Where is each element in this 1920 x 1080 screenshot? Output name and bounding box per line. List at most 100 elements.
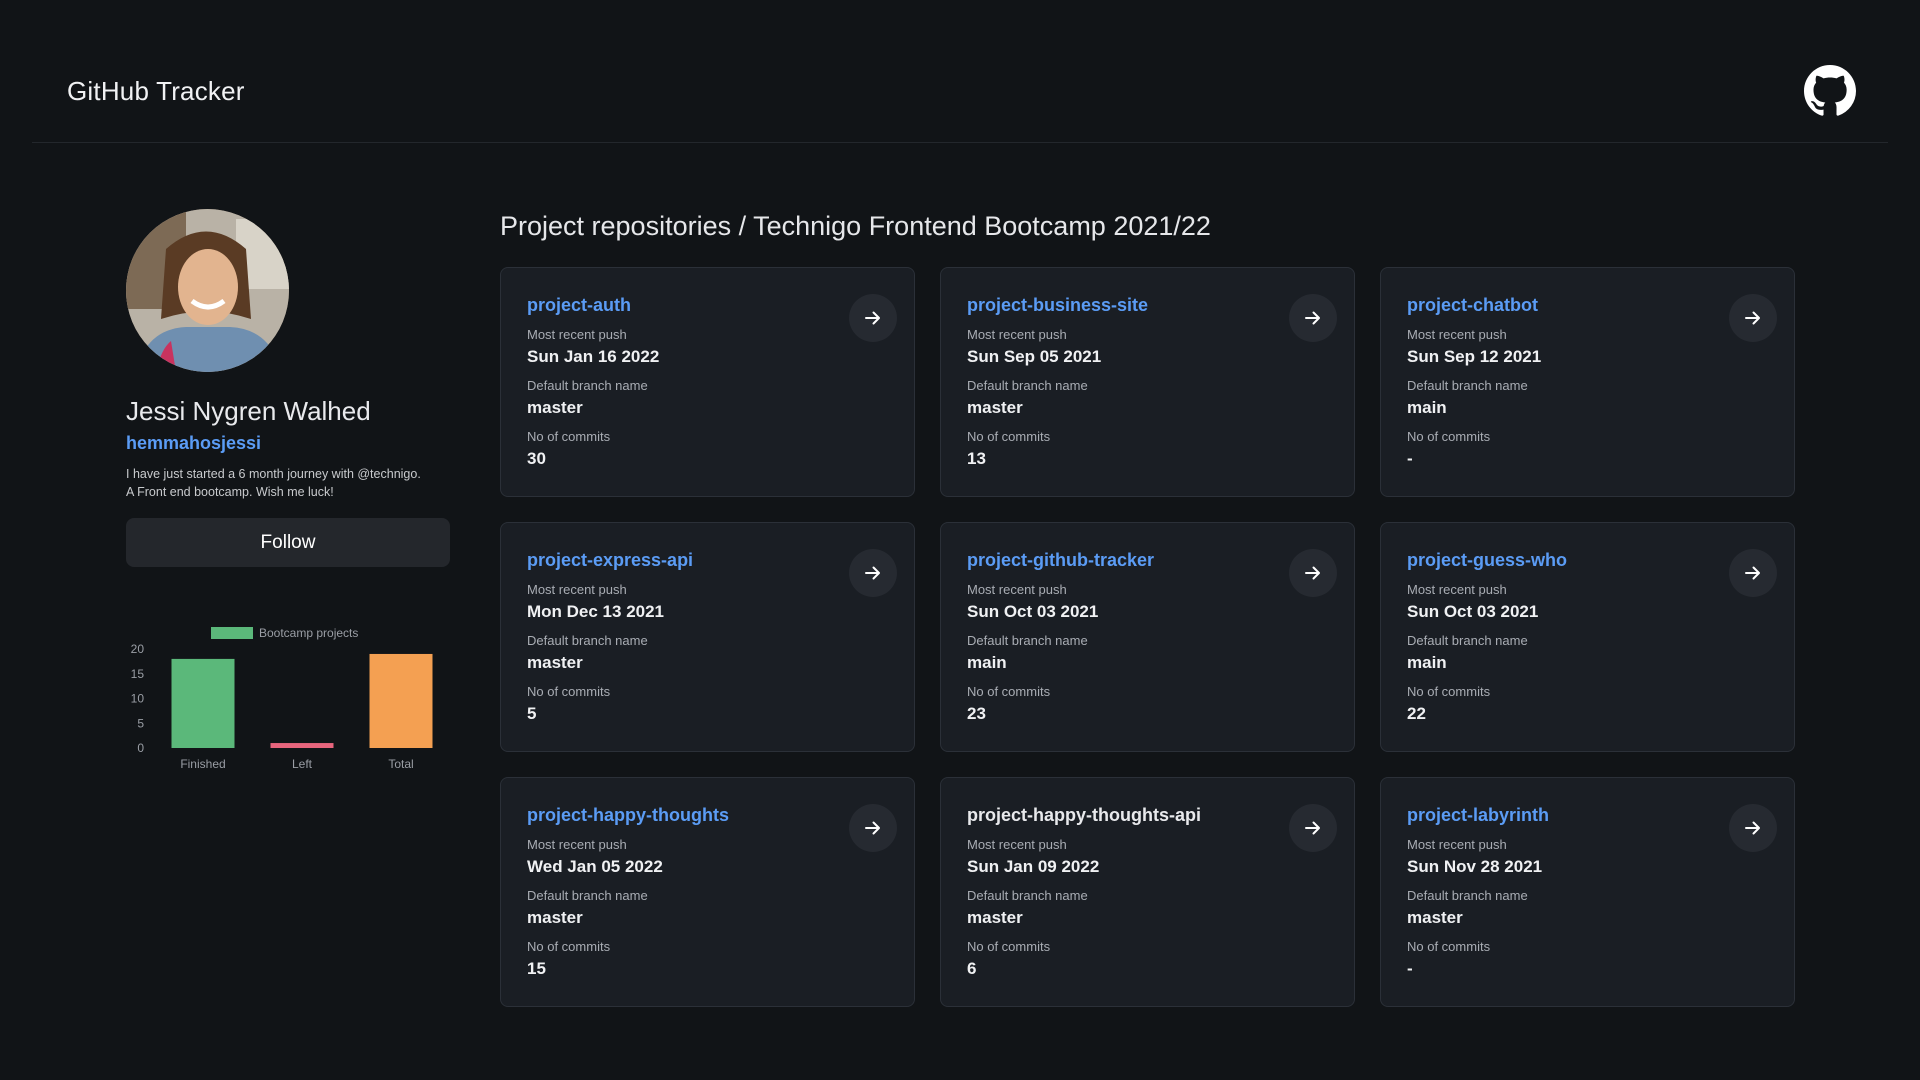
arrow-right-icon — [1745, 821, 1760, 835]
y-tick-label: 0 — [137, 741, 144, 755]
bootcamp-chart: Bootcamp projects 0 5 10 15 20 Finished Left Tot… — [120, 620, 460, 780]
push-date: Sun Oct 03 2021 — [1407, 602, 1539, 621]
profile-photo — [126, 209, 289, 372]
push-date: Sun Jan 16 2022 — [527, 347, 660, 366]
commits-label: No of commits — [527, 939, 611, 954]
commits-label: No of commits — [1407, 429, 1491, 444]
bio-line: I have just started a 6 month journey wi… — [126, 467, 421, 481]
commit-count: - — [1407, 959, 1413, 978]
commit-count: - — [1407, 449, 1413, 468]
commit-count: 13 — [967, 449, 986, 468]
repo-grid: project-auth Most recent push Sun Jan 16 2… — [500, 267, 1795, 1007]
branch-label: Default branch name — [527, 378, 648, 393]
push-label: Most recent push — [967, 837, 1067, 852]
branch-label: Default branch name — [527, 633, 648, 648]
commit-count: 15 — [527, 959, 546, 978]
branch-label: Default branch name — [527, 888, 648, 903]
push-label: Most recent push — [527, 837, 627, 852]
repo-card: project-auth Most recent push Sun Jan 16 2… — [500, 267, 915, 497]
repo-name[interactable]: project-express-api — [527, 550, 693, 571]
repo-name[interactable]: project-auth — [527, 295, 631, 316]
commit-count: 5 — [527, 704, 537, 723]
commits-label: No of commits — [1407, 684, 1491, 699]
open-repo-button[interactable] — [1289, 294, 1337, 342]
legend-swatch — [211, 627, 253, 639]
repo-name[interactable]: project-labyrinth — [1407, 805, 1549, 826]
branch-name: master — [1407, 908, 1463, 927]
arrow-right-icon — [865, 566, 880, 580]
branch-name: master — [527, 908, 583, 927]
commit-count: 23 — [967, 704, 986, 723]
branch-name: main — [967, 653, 1007, 672]
open-repo-button[interactable] — [849, 549, 897, 597]
repo-card: project-happy-thoughts Most recent push We… — [500, 777, 915, 1007]
push-label: Most recent push — [1407, 837, 1507, 852]
push-date: Sun Sep 12 2021 — [1407, 347, 1542, 366]
repo-card: project-express-api Most recent push Mon D… — [500, 522, 915, 752]
repo-name[interactable]: project-happy-thoughts — [527, 805, 729, 826]
app-title: GitHub Tracker — [67, 76, 245, 106]
legend-label: Bootcamp projects — [259, 626, 358, 640]
branch-label: Default branch name — [967, 633, 1088, 648]
repo-card: project-chatbot Most recent push Sun Sep 1… — [1380, 267, 1795, 497]
x-tick-label: Total — [388, 757, 413, 771]
open-repo-button[interactable] — [1729, 294, 1777, 342]
push-date: Sun Jan 09 2022 — [967, 857, 1100, 876]
branch-name: main — [1407, 653, 1447, 672]
y-tick-label: 10 — [131, 692, 145, 706]
branch-name: master — [967, 398, 1023, 417]
branch-name: master — [527, 653, 583, 672]
push-date: Sun Sep 05 2021 — [967, 347, 1102, 366]
repo-name[interactable]: project-business-site — [967, 295, 1148, 316]
profile-username[interactable]: hemmahosjessi — [126, 433, 261, 454]
branch-label: Default branch name — [1407, 633, 1528, 648]
repo-name[interactable]: project-happy-thoughts-api — [967, 805, 1201, 826]
push-label: Most recent push — [967, 582, 1067, 597]
branch-label: Default branch name — [1407, 378, 1528, 393]
branch-name: main — [1407, 398, 1447, 417]
header: GitHub Tracker — [32, 0, 1888, 143]
open-repo-button[interactable] — [1289, 549, 1337, 597]
open-repo-button[interactable] — [849, 294, 897, 342]
commits-label: No of commits — [527, 429, 611, 444]
push-label: Most recent push — [527, 582, 627, 597]
repo-card: project-github-tracker Most recent push Su… — [940, 522, 1355, 752]
profile-name: Jessi Nygren Walhed — [126, 396, 371, 426]
arrow-right-icon — [1745, 311, 1760, 325]
commit-count: 6 — [967, 959, 977, 978]
push-label: Most recent push — [967, 327, 1067, 342]
arrow-right-icon — [1305, 821, 1320, 835]
push-label: Most recent push — [1407, 327, 1507, 342]
y-tick-label: 15 — [131, 667, 145, 681]
repo-card: project-business-site Most recent push Sun… — [940, 267, 1355, 497]
branch-label: Default branch name — [967, 888, 1088, 903]
commit-count: 30 — [527, 449, 546, 468]
repo-name[interactable]: project-guess-who — [1407, 550, 1567, 571]
profile-bio: I have just started a 6 month journey wi… — [126, 465, 456, 501]
open-repo-button[interactable] — [1729, 804, 1777, 852]
commits-label: No of commits — [967, 684, 1051, 699]
arrow-right-icon — [865, 821, 880, 835]
arrow-right-icon — [1305, 566, 1320, 580]
chart-bar — [369, 653, 433, 748]
branch-name: master — [967, 908, 1023, 927]
open-repo-button[interactable] — [1729, 549, 1777, 597]
arrow-right-icon — [1305, 311, 1320, 325]
repo-name[interactable]: project-chatbot — [1407, 295, 1538, 316]
github-icon[interactable] — [1804, 65, 1856, 117]
follow-button[interactable]: Follow — [126, 518, 450, 567]
push-date: Mon Dec 13 2021 — [527, 602, 665, 621]
repo-card: project-happy-thoughts-api Most recent pu… — [940, 777, 1355, 1007]
chart-canvas: Bootcamp projects 0 5 10 15 20 Finished Left Tot… — [131, 626, 433, 771]
avatar — [126, 209, 289, 372]
push-date: Sun Oct 03 2021 — [967, 602, 1099, 621]
commits-label: No of commits — [967, 429, 1051, 444]
push-label: Most recent push — [527, 327, 627, 342]
push-label: Most recent push — [1407, 582, 1507, 597]
commits-label: No of commits — [967, 939, 1051, 954]
branch-label: Default branch name — [967, 378, 1088, 393]
repo-name[interactable]: project-github-tracker — [967, 550, 1154, 571]
open-repo-button[interactable] — [849, 804, 897, 852]
repo-card: project-labyrinth Most recent push Sun Nov… — [1380, 777, 1795, 1007]
open-repo-button[interactable] — [1289, 804, 1337, 852]
